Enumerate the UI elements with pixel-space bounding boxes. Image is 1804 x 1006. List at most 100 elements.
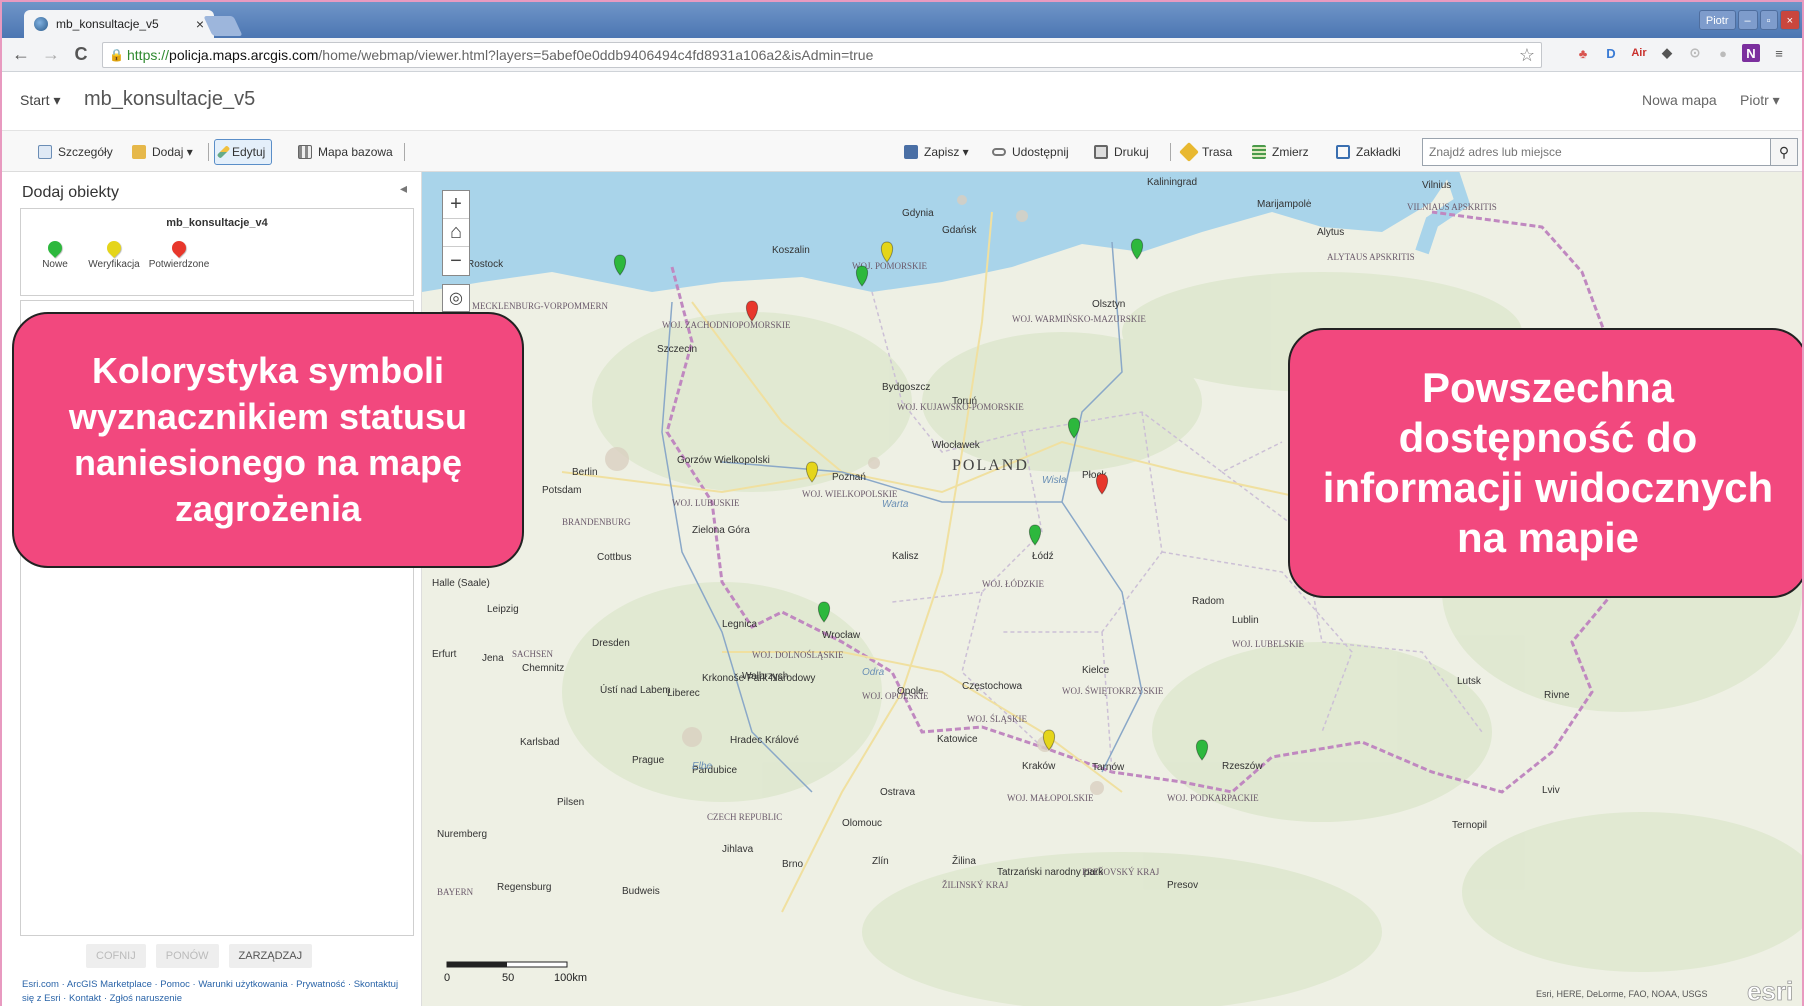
save-label: Zapisz ▾: [924, 145, 969, 159]
details-icon: [38, 145, 52, 159]
map-label: Alytus: [1317, 227, 1344, 238]
search-icon[interactable]: ⚲: [1770, 138, 1798, 166]
map-label: Žilina: [952, 854, 976, 867]
menu-icon[interactable]: ≡: [1770, 44, 1788, 62]
map-label: VILNIAUS APSKRITIS: [1407, 202, 1497, 212]
footer-links[interactable]: Esri.com · ArcGIS Marketplace · Pomoc · …: [22, 978, 412, 1006]
map-label: WOJ. ŚWIĘTOKRZYSKIE: [1062, 686, 1164, 696]
panel-actions: COFNIJ PONÓW ZARZĄDZAJ: [86, 944, 313, 968]
url-host: policja.maps.arcgis.com: [169, 47, 319, 63]
redo-button[interactable]: PONÓW: [155, 944, 219, 968]
browser-tab[interactable]: mb_konsultacje_v5 ×: [24, 10, 214, 38]
bookmark-star-icon[interactable]: ☆: [1519, 45, 1535, 66]
map-label: Jena: [482, 653, 504, 664]
map-label: Szczecin: [657, 344, 697, 355]
toolbar-divider: [208, 143, 209, 161]
forward-icon[interactable]: →: [40, 44, 62, 66]
zoom-in-button[interactable]: +: [443, 191, 469, 219]
minimize-button[interactable]: –: [1737, 10, 1758, 30]
scale-label: 0: [444, 972, 450, 984]
add-icon: [132, 145, 146, 159]
extension-icon[interactable]: ⊙: [1686, 44, 1704, 62]
map-label: Koszalin: [772, 245, 810, 256]
map-label: Zlín: [872, 856, 889, 867]
map-label: Dresden: [592, 638, 630, 649]
map-label: BAYERN: [437, 887, 474, 897]
details-button[interactable]: Szczegóły: [32, 139, 119, 165]
route-button[interactable]: Trasa: [1176, 139, 1238, 165]
location-search-input[interactable]: [1422, 138, 1776, 166]
template-new[interactable]: Nowe: [31, 238, 79, 270]
user-menu[interactable]: Piotr ▾: [1740, 92, 1780, 109]
map-label: WOJ. ŁÓDZKIE: [982, 579, 1044, 589]
extension-icon[interactable]: ♣: [1574, 44, 1592, 62]
edit-button[interactable]: Edytuj: [214, 139, 273, 165]
save-button[interactable]: Zapisz ▾: [898, 139, 975, 165]
pencil-icon: [216, 145, 231, 159]
new-map-link[interactable]: Nowa mapa: [1642, 92, 1717, 108]
onenote-icon[interactable]: N: [1742, 44, 1760, 62]
map-label: Rzeszów: [1222, 761, 1263, 772]
scale-label: 50: [502, 972, 514, 984]
template-confirmed[interactable]: Potwierdzone: [147, 238, 211, 270]
close-window-button[interactable]: ×: [1779, 10, 1800, 30]
template-label: Nowe: [42, 259, 68, 270]
share-button[interactable]: Udostępnij: [986, 139, 1075, 165]
start-menu[interactable]: Start ▾: [20, 92, 60, 109]
link-icon: [992, 148, 1006, 156]
manage-button[interactable]: ZARZĄDZAJ: [228, 944, 313, 968]
map-attribution: Esri, HERE, DeLorme, FAO, NOAA, USGS: [1536, 989, 1708, 999]
map-label: Gdańsk: [942, 225, 977, 236]
measure-button[interactable]: Zmierz: [1246, 139, 1315, 165]
undo-button[interactable]: COFNIJ: [86, 944, 146, 968]
map-label: Olsztyn: [1092, 299, 1125, 310]
green-marker-icon: [45, 238, 65, 258]
locate-button[interactable]: ◎: [442, 284, 470, 312]
back-icon[interactable]: ←: [10, 44, 32, 66]
map-label: WOJ. WARMIŃSKO-MAZURSKIE: [1012, 314, 1146, 324]
url-path: /home/webmap/viewer.html?layers=5abef0e0…: [318, 47, 874, 63]
url-scheme: https://: [127, 47, 170, 63]
zoom-out-button[interactable]: −: [443, 247, 469, 275]
print-button[interactable]: Drukuj: [1088, 139, 1155, 165]
map-label: Brno: [782, 859, 804, 870]
map-label: Halle (Saale): [432, 578, 490, 589]
basemap-button[interactable]: Mapa bazowa: [292, 139, 399, 165]
map-label: Liberec: [667, 688, 700, 699]
template-verification[interactable]: Weryfikacja: [79, 238, 149, 270]
map-label: Nuremberg: [437, 829, 487, 840]
print-icon: [1094, 145, 1108, 159]
edit-label: Edytuj: [232, 145, 266, 159]
route-label: Trasa: [1202, 145, 1233, 159]
add-button[interactable]: Dodaj ▾: [126, 139, 199, 165]
home-button[interactable]: ⌂: [443, 219, 469, 247]
map-label: Regensburg: [497, 882, 551, 893]
map-label: Olomouc: [842, 818, 882, 829]
bookmarks-button[interactable]: Zakładki: [1330, 139, 1407, 165]
zoom-controls: + ⌂ −: [442, 190, 470, 276]
template-label: Potwierdzone: [148, 259, 210, 270]
collapse-panel-icon[interactable]: ◂: [400, 180, 407, 197]
extension-icon[interactable]: ●: [1714, 44, 1732, 62]
extension-icon[interactable]: D: [1602, 44, 1620, 62]
save-icon: [904, 145, 918, 159]
add-label: Dodaj ▾: [152, 145, 193, 159]
address-bar[interactable]: 🔒 https:// policja.maps.arcgis.com /home…: [102, 42, 1542, 68]
map-label: Elbe: [692, 761, 712, 772]
extension-icon[interactable]: ◆: [1658, 44, 1676, 62]
profile-button[interactable]: Piotr: [1698, 10, 1736, 30]
callout-color-legend: Kolorystyka symboli wyznacznikiem status…: [12, 312, 524, 568]
map-label: Ternopil: [1452, 820, 1487, 831]
map-label: Hradec Králové: [730, 735, 799, 746]
map-label: Budweis: [622, 886, 660, 897]
map-label: Presov: [1167, 880, 1198, 891]
map-label: Kielce: [1082, 665, 1110, 676]
add-features-panel: Dodaj obiekty ◂ mb_konsultacje_v4 Nowe W…: [2, 172, 422, 1006]
extension-icon[interactable]: Air: [1630, 44, 1648, 62]
toolbar-divider: [1170, 143, 1171, 161]
reload-icon[interactable]: C: [70, 44, 92, 66]
map-label: Częstochowa: [962, 681, 1022, 692]
tab-close-icon[interactable]: ×: [196, 16, 204, 32]
maximize-button[interactable]: ▫: [1759, 10, 1778, 30]
map-label: Ústí nad Labem: [600, 683, 671, 696]
